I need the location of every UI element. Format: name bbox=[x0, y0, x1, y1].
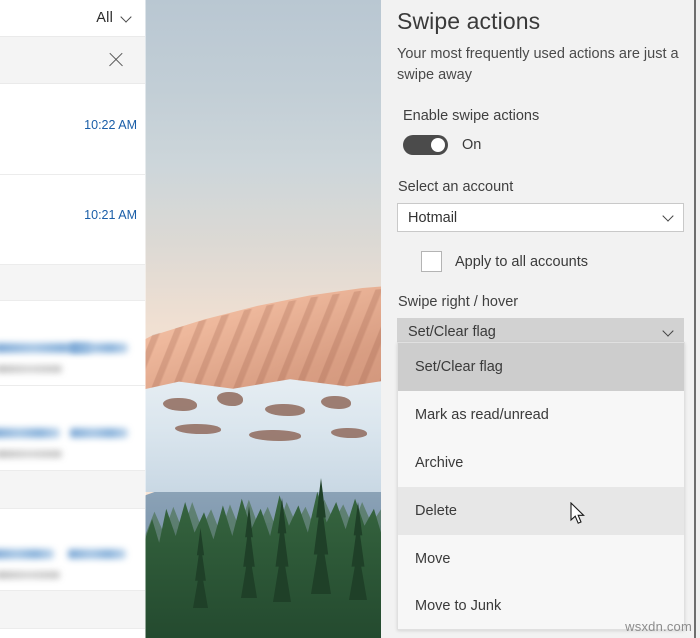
watermark: wsxdn.com bbox=[625, 619, 692, 634]
chevron-down-icon[interactable] bbox=[663, 212, 674, 223]
dropdown-option[interactable]: Archive bbox=[398, 439, 684, 487]
close-icon[interactable] bbox=[107, 51, 125, 69]
enable-swipe-actions-toggle[interactable] bbox=[403, 135, 448, 155]
mail-list-item[interactable]: 10:21 AM bbox=[0, 175, 145, 265]
mail-list-divider-band bbox=[0, 265, 145, 301]
chevron-down-icon[interactable] bbox=[663, 327, 674, 338]
scrollbar[interactable] bbox=[694, 0, 696, 638]
redacted-sender bbox=[0, 549, 54, 559]
redacted-time bbox=[70, 428, 128, 438]
toggle-knob bbox=[431, 138, 445, 152]
mail-filter-label: All bbox=[96, 10, 113, 26]
dropdown-option-label: Move to Junk bbox=[415, 598, 502, 614]
mail-list-item[interactable] bbox=[0, 301, 145, 386]
mountain-photo bbox=[145, 0, 381, 638]
dropdown-option-label: Move bbox=[415, 551, 451, 567]
redacted-subject bbox=[0, 450, 62, 458]
photo-rock bbox=[217, 392, 243, 406]
mail-filter-row[interactable]: All bbox=[0, 0, 145, 36]
apply-to-all-accounts-checkbox[interactable] bbox=[421, 251, 442, 272]
mail-list-panel: All 10:22 AM 10:21 AM bbox=[0, 0, 145, 638]
photo-edge bbox=[145, 0, 146, 638]
dropdown-option[interactable]: Set/Clear flag bbox=[398, 343, 684, 391]
redacted-sender bbox=[0, 428, 60, 438]
select-account-label: Select an account bbox=[398, 179, 514, 195]
apply-to-all-accounts-label: Apply to all accounts bbox=[455, 253, 588, 270]
mail-list-item[interactable] bbox=[0, 386, 145, 471]
swipe-right-select-value: Set/Clear flag bbox=[408, 324, 496, 340]
toggle-state-label: On bbox=[462, 137, 482, 153]
dropdown-option[interactable]: Move bbox=[398, 535, 684, 583]
enable-swipe-actions-row: On bbox=[397, 135, 684, 155]
dropdown-option-label: Mark as read/unread bbox=[415, 407, 549, 423]
swipe-right-dropdown-list[interactable]: Set/Clear flag Mark as read/unread Archi… bbox=[397, 342, 685, 630]
redacted-time bbox=[68, 549, 126, 559]
page-title: Swipe actions bbox=[397, 8, 541, 34]
account-select-value: Hotmail bbox=[408, 209, 458, 226]
dropdown-option[interactable]: Mark as read/unread bbox=[398, 391, 684, 439]
redacted-subject bbox=[0, 365, 62, 373]
page-subtitle: Your most frequently used actions are ju… bbox=[397, 46, 679, 83]
redacted-subject bbox=[0, 571, 60, 579]
mail-list-divider-band bbox=[0, 471, 145, 509]
dropdown-option[interactable]: Delete bbox=[398, 487, 684, 535]
mail-item-time: 10:21 AM bbox=[84, 208, 137, 222]
swipe-right-label: Swipe right / hover bbox=[398, 294, 519, 310]
dropdown-option-label: Set/Clear flag bbox=[415, 359, 503, 375]
dropdown-option-label: Delete bbox=[415, 503, 457, 519]
mail-search-bar[interactable] bbox=[0, 36, 145, 84]
window-edge bbox=[696, 0, 700, 638]
apply-to-all-accounts-row[interactable]: Apply to all accounts bbox=[397, 251, 684, 272]
account-select[interactable]: Hotmail bbox=[397, 203, 684, 232]
redacted-time bbox=[70, 343, 128, 353]
app-window: All 10:22 AM 10:21 AM Swipe actions Your… bbox=[0, 0, 700, 638]
mail-item-time: 10:22 AM bbox=[84, 118, 137, 132]
mail-list-item[interactable] bbox=[0, 509, 145, 591]
chevron-down-icon[interactable] bbox=[121, 12, 133, 24]
mail-list-divider-band bbox=[0, 591, 145, 629]
mail-list-item[interactable]: 10:22 AM bbox=[0, 84, 145, 175]
dropdown-option-label: Archive bbox=[415, 455, 464, 471]
enable-swipe-actions-label: Enable swipe actions bbox=[403, 108, 540, 124]
